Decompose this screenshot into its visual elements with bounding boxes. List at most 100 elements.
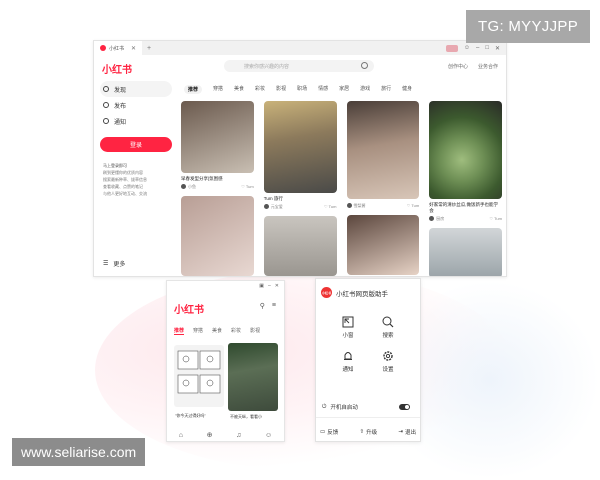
tab-outfit[interactable]: 穿搭 [213, 85, 223, 94]
tab-recommend[interactable]: 推荐 [184, 85, 203, 94]
browser-window: 小红书 ✕ + ☺ – □ ✕ 小红书 搜索你感兴趣的内容 创作中心 业务合作 … [93, 40, 507, 277]
business-link[interactable]: 业务合作 [478, 63, 498, 70]
sidebar-more[interactable]: ☰ 更多 [103, 259, 125, 268]
extension-badge-icon[interactable] [445, 44, 458, 52]
search-input[interactable]: 搜索你感兴趣的内容 [224, 60, 374, 72]
tab-food[interactable]: 美食 [212, 327, 222, 335]
plus-circle-icon [103, 102, 109, 108]
exit-icon: ⇥ [398, 429, 403, 435]
new-tab-icon[interactable]: + [147, 45, 151, 52]
tab-recommend[interactable]: 推荐 [174, 327, 185, 335]
tab-fitness[interactable]: 健身 [402, 85, 412, 94]
feed-column: 早春发型分享|氛围感 小鱼 ♡ Tum [181, 101, 254, 276]
search-icon[interactable]: ⚲ [260, 302, 265, 310]
browser-tab[interactable]: 小红书 ✕ [94, 41, 143, 55]
panel-title: 小红书网页版助手 [336, 290, 388, 298]
search-icon[interactable] [361, 62, 368, 69]
channel-tabs: 推荐 穿搭 美食 彩妆 影视 职场 情感 家居 游戏 旅行 健身 [184, 85, 498, 94]
site-logo[interactable]: 小红书 [102, 61, 132, 76]
avatar [181, 184, 186, 190]
window-controls: ☺ – □ ✕ [445, 44, 506, 52]
footer-label: 退出 [404, 430, 416, 436]
action-label: 小窗 [342, 333, 354, 339]
top-nav: 小红书 搜索你感兴趣的内容 创作中心 业务合作 [94, 55, 506, 79]
notifications-button[interactable]: 通知 [328, 349, 368, 373]
note-author[interactable]: 元宝爱 [263, 204, 283, 210]
note-cover-image[interactable] [429, 101, 502, 199]
note-title[interactable]: 早春发型分享|氛围感 [181, 176, 254, 182]
note-title[interactable]: 好家常的清炒丝瓜,做饭新手也能学会 [429, 202, 502, 214]
mini-window-button[interactable]: 小窗 [328, 315, 368, 339]
tab-film[interactable]: 影视 [250, 327, 260, 335]
search-icon [382, 315, 395, 328]
note-cover-image[interactable] [429, 228, 502, 276]
tab-career[interactable]: 职场 [297, 85, 307, 94]
like-value: Tum [411, 203, 420, 208]
tg-overlay-label: TG: MYYJJPP [466, 10, 590, 43]
tab-makeup[interactable]: 彩妆 [231, 327, 241, 335]
author-name: 小鱼 [188, 184, 196, 189]
bell-icon[interactable]: ♫ [236, 432, 241, 439]
note-cover-image[interactable] [263, 216, 337, 276]
close-window-icon[interactable]: ✕ [495, 45, 500, 52]
like-count[interactable]: ♡ Tum [241, 184, 253, 190]
minimize-icon[interactable]: – [476, 45, 479, 51]
maximize-icon[interactable]: □ [485, 45, 489, 51]
menu-icon[interactable]: ≡ [272, 302, 276, 310]
tab-emotion[interactable]: 情感 [318, 85, 328, 94]
note-cover-image[interactable] [174, 345, 224, 407]
note-title[interactable]: Tum 旅行 [264, 196, 337, 202]
home-icon[interactable]: ⌂ [179, 432, 183, 439]
tab-travel[interactable]: 旅行 [381, 85, 391, 94]
creator-center-link[interactable]: 创作中心 [448, 63, 468, 70]
note-cover-image[interactable] [346, 101, 420, 199]
extension-badge-icon[interactable]: ▣ [259, 283, 264, 289]
tab-outfit[interactable]: 穿搭 [193, 327, 203, 335]
profile-icon[interactable]: ☺ [464, 45, 470, 51]
close-tab-icon[interactable]: ✕ [131, 45, 136, 52]
plus-circle-icon[interactable]: ⊕ [207, 431, 213, 439]
note-author[interactable]: 小鱼 [181, 184, 196, 190]
sidebar-item-discover[interactable]: 发现 [100, 81, 172, 97]
note-cover-image[interactable] [346, 215, 420, 275]
autostart-toggle[interactable] [399, 404, 410, 410]
tab-home[interactable]: 家居 [339, 85, 349, 94]
list-item: 马上登录即可 [103, 163, 127, 168]
avatar [346, 203, 352, 209]
user-icon[interactable]: ☺ [265, 432, 272, 439]
avatar [263, 204, 269, 210]
note-cover-image[interactable] [263, 101, 337, 193]
like-count[interactable]: ♡ Tum [407, 203, 419, 209]
mini-window-icon [342, 315, 355, 328]
settings-button[interactable]: 设置 [368, 349, 408, 373]
note-cover-image[interactable] [181, 196, 254, 276]
feedback-button[interactable]: ▭ 反馈 [320, 428, 338, 436]
note-cover-image[interactable] [228, 343, 278, 411]
tab-film[interactable]: 影视 [276, 85, 286, 94]
sidebar-item-label: 发现 [114, 87, 127, 94]
like-value: Tum [328, 204, 337, 209]
top-links: 创作中心 业务合作 [448, 63, 498, 70]
tab-food[interactable]: 美食 [234, 85, 244, 94]
note-author[interactable]: 雪梨酱 [346, 203, 366, 209]
sidebar-item-notifications[interactable]: 通知 [94, 113, 178, 129]
minimize-icon[interactable]: – [268, 283, 271, 289]
upgrade-button[interactable]: ⇧ 升级 [359, 428, 377, 436]
note-title[interactable]: 不被天纵，看看小 [230, 414, 262, 420]
note-title[interactable]: "你今天过得好吗" [175, 413, 206, 419]
login-button[interactable]: 登录 [100, 137, 172, 152]
like-count[interactable]: ♡ Tum [324, 204, 336, 210]
feedback-icon: ▭ [320, 429, 326, 435]
sidebar-item-publish[interactable]: 发布 [94, 97, 178, 113]
panel-actions: 小窗 搜索 通知 设置 [328, 315, 408, 373]
note-cover-image[interactable] [181, 101, 254, 173]
note-author[interactable]: 厨房 [429, 216, 444, 222]
exit-button[interactable]: ⇥ 退出 [398, 428, 416, 436]
close-window-icon[interactable]: ✕ [275, 283, 279, 289]
tab-makeup[interactable]: 彩妆 [255, 85, 265, 94]
mobile-logo[interactable]: 小红书 [174, 301, 204, 316]
tab-games[interactable]: 游戏 [360, 85, 370, 94]
like-count[interactable]: ♡ Tum [490, 216, 502, 222]
note-meta: 元宝爱 ♡ Tum [263, 204, 337, 210]
search-button[interactable]: 搜索 [368, 315, 408, 339]
